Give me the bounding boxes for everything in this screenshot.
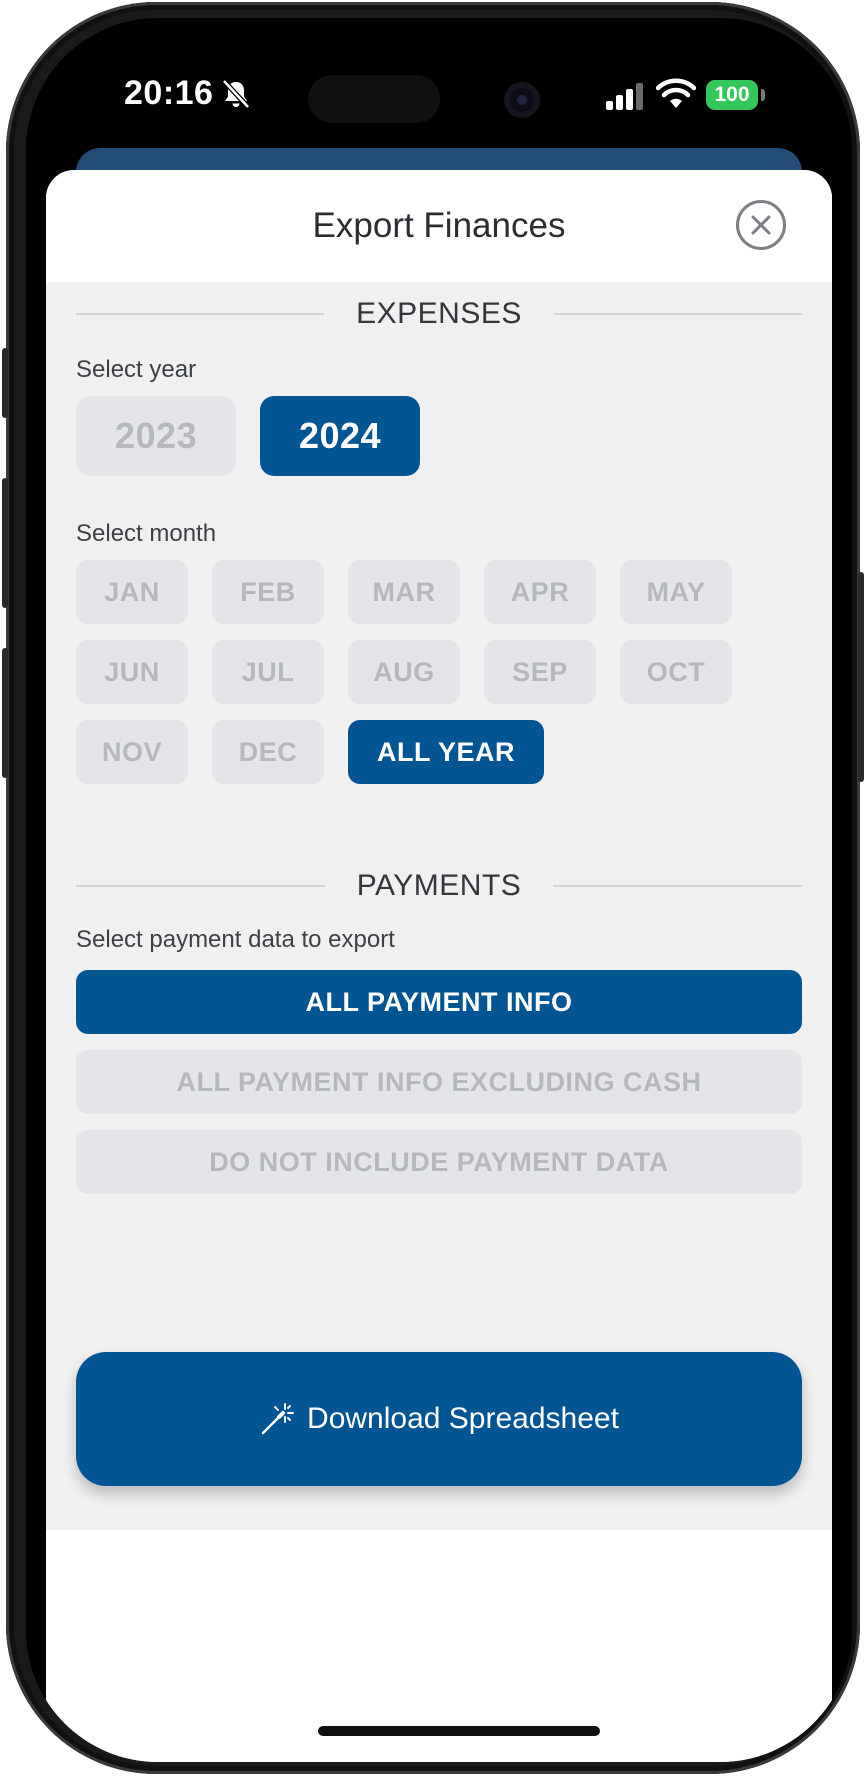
- payment-option-label: DO NOT INCLUDE PAYMENT DATA: [209, 1146, 669, 1177]
- month-chip-label: ALL YEAR: [376, 736, 516, 767]
- year-chip-label: 2024: [298, 415, 382, 456]
- select-month-label: Select month: [76, 520, 217, 547]
- magic-wand-icon: [261, 1403, 295, 1435]
- month-chip-jun[interactable]: JUN: [76, 640, 188, 704]
- phone-frame: 20:16 100 Export Finances EXPENSES Selec…: [2, 2, 864, 1774]
- year-chip-label: 2023: [114, 415, 198, 456]
- payment-option-none[interactable]: DO NOT INCLUDE PAYMENT DATA: [76, 1130, 802, 1194]
- payment-option-excluding-cash[interactable]: ALL PAYMENT INFO EXCLUDING CASH: [76, 1050, 802, 1114]
- close-icon: [751, 215, 771, 235]
- month-chip-label: JAN: [104, 576, 160, 607]
- payment-option-label: ALL PAYMENT INFO EXCLUDING CASH: [176, 1066, 702, 1097]
- month-chip-label: MAR: [372, 576, 436, 607]
- wifi-icon: [656, 78, 696, 108]
- sheet-header: Export Finances: [46, 170, 832, 282]
- status-time: 20:16: [124, 74, 214, 112]
- year-chip-2024[interactable]: 2024: [260, 396, 420, 476]
- month-chip-label: AUG: [373, 656, 435, 687]
- camera-icon: [504, 82, 540, 118]
- payment-option-all[interactable]: ALL PAYMENT INFO: [76, 970, 802, 1034]
- divider: [76, 885, 325, 887]
- download-button-label: Download Spreadsheet: [307, 1402, 619, 1435]
- month-chip-label: FEB: [240, 576, 296, 607]
- battery-level: 100: [714, 83, 750, 106]
- divider: [553, 885, 803, 887]
- month-chip-label: JUL: [241, 656, 295, 687]
- month-chip-jan[interactable]: JAN: [76, 560, 188, 624]
- month-chip-nov[interactable]: NOV: [76, 720, 188, 784]
- month-chip-aug[interactable]: AUG: [348, 640, 460, 704]
- expenses-section-header: EXPENSES: [76, 294, 803, 334]
- battery-tip: [761, 89, 765, 101]
- export-sheet: Export Finances EXPENSES Select year 202…: [46, 170, 832, 1762]
- divider: [76, 313, 325, 315]
- battery-icon: 100: [706, 80, 758, 110]
- payments-heading: PAYMENTS: [356, 869, 522, 902]
- year-chip-2023[interactable]: 2023: [76, 396, 236, 476]
- volume-up-button: [2, 478, 8, 608]
- close-button[interactable]: [736, 200, 786, 250]
- month-chip-mar[interactable]: MAR: [348, 560, 460, 624]
- month-chip-may[interactable]: MAY: [620, 560, 732, 624]
- month-chip-label: SEP: [512, 656, 568, 687]
- home-indicator[interactable]: [318, 1726, 600, 1736]
- screen: 20:16 100 Export Finances EXPENSES Selec…: [26, 18, 852, 1762]
- month-chip-feb[interactable]: FEB: [212, 560, 324, 624]
- month-chip-jul[interactable]: JUL: [212, 640, 324, 704]
- payment-option-label: ALL PAYMENT INFO: [305, 986, 573, 1017]
- action-button: [2, 348, 8, 418]
- month-chip-sep[interactable]: SEP: [484, 640, 596, 704]
- volume-down-button: [2, 648, 8, 778]
- power-button: [858, 572, 864, 782]
- month-chip-label: JUN: [104, 656, 160, 687]
- month-chip-label: NOV: [101, 736, 162, 767]
- month-chip-label: MAY: [646, 576, 706, 607]
- download-spreadsheet-button[interactable]: Download Spreadsheet: [76, 1352, 802, 1486]
- month-chip-oct[interactable]: OCT: [620, 640, 732, 704]
- month-chip-label: OCT: [646, 656, 706, 687]
- month-chip-label: APR: [510, 576, 570, 607]
- status-bar: 20:16 100: [26, 18, 852, 158]
- signal-icon: [606, 83, 643, 110]
- month-chip-all-year[interactable]: ALL YEAR: [348, 720, 544, 784]
- select-year-label: Select year: [76, 356, 197, 383]
- island-sensor: [308, 75, 440, 123]
- month-chip-label: DEC: [238, 736, 298, 767]
- divider: [553, 313, 803, 315]
- sheet-title: Export Finances: [312, 206, 566, 245]
- payments-section-header: PAYMENTS: [76, 866, 803, 906]
- expenses-heading: EXPENSES: [356, 297, 522, 330]
- month-chip-apr[interactable]: APR: [484, 560, 596, 624]
- select-payment-label: Select payment data to export: [76, 926, 395, 953]
- month-chip-dec[interactable]: DEC: [212, 720, 324, 784]
- bell-slash-icon: [222, 79, 250, 109]
